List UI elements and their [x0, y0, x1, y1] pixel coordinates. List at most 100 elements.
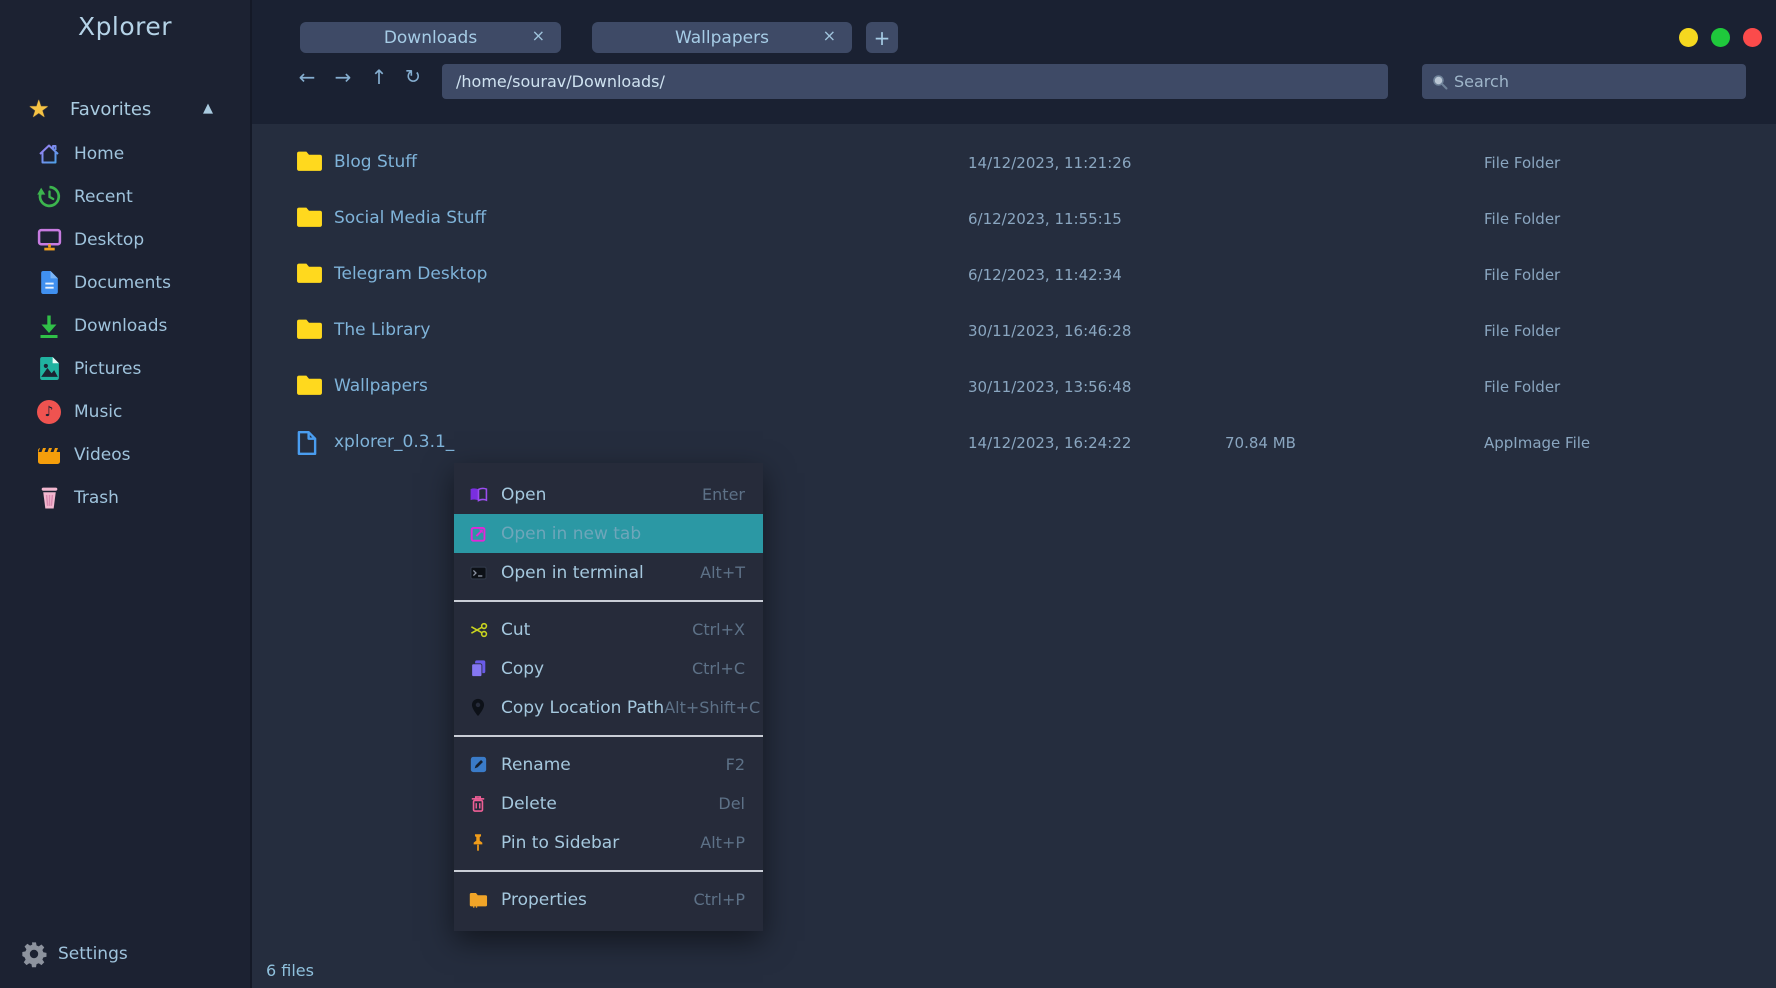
- file-name: Blog Stuff: [334, 152, 417, 172]
- recent-icon: [36, 184, 62, 210]
- rename-icon: [468, 755, 488, 775]
- gear-icon: [20, 940, 48, 968]
- close-button[interactable]: [1743, 28, 1762, 47]
- file-row-xplorer-appimage[interactable]: xplorer_0.3.1_ 14/12/2023, 16:24:22 70.8…: [252, 425, 1776, 461]
- file-name: xplorer_0.3.1_: [334, 432, 454, 452]
- menu-item-delete[interactable]: Delete Del: [454, 784, 763, 823]
- tab-wallpapers[interactable]: Wallpapers ×: [592, 22, 852, 53]
- sidebar-item-recent[interactable]: Recent: [0, 175, 250, 218]
- context-menu: Open Enter Open in new tab Open in termi…: [454, 463, 763, 931]
- menu-item-properties[interactable]: Properties Ctrl+P: [454, 880, 763, 919]
- downloads-icon: [36, 313, 62, 339]
- menu-item-copy[interactable]: Copy Ctrl+C: [454, 649, 763, 688]
- menu-item-copy-location-path[interactable]: Copy Location Path Alt+Shift+C: [454, 688, 763, 727]
- file-name: Telegram Desktop: [334, 264, 487, 284]
- file-size: 70.84 MB: [1225, 434, 1296, 452]
- file-name: Social Media Stuff: [334, 208, 486, 228]
- file-row-the-library[interactable]: The Library 30/11/2023, 16:46:28 File Fo…: [252, 313, 1776, 349]
- refresh-icon[interactable]: ↻: [398, 60, 428, 94]
- menu-item-cut[interactable]: Cut Ctrl+X: [454, 610, 763, 649]
- path-input[interactable]: [442, 64, 1388, 99]
- file-row-social-media-stuff[interactable]: Social Media Stuff 6/12/2023, 11:55:15 F…: [252, 201, 1776, 237]
- sidebar: Xplorer ★ Favorites ▲ Home Recent Deskto…: [0, 0, 250, 988]
- menu-item-shortcut: Del: [718, 794, 745, 813]
- file-type: File Folder: [1484, 154, 1560, 172]
- file-icon: [296, 430, 323, 456]
- sidebar-item-trash[interactable]: Trash: [0, 476, 250, 519]
- sidebar-item-pictures[interactable]: Pictures: [0, 347, 250, 390]
- sidebar-item-videos[interactable]: Videos: [0, 433, 250, 476]
- sidebar-item-label: Videos: [74, 445, 131, 465]
- menu-separator: [454, 870, 763, 872]
- search-input[interactable]: [1448, 72, 1746, 91]
- location-pin-icon: [468, 698, 488, 718]
- favorites-label: Favorites: [70, 99, 151, 120]
- maximize-button[interactable]: [1711, 28, 1730, 47]
- sidebar-item-home[interactable]: Home: [0, 132, 250, 175]
- file-row-telegram-desktop[interactable]: Telegram Desktop 6/12/2023, 11:42:34 Fil…: [252, 257, 1776, 293]
- settings-label: Settings: [58, 944, 128, 964]
- new-tab-button[interactable]: +: [866, 22, 898, 53]
- menu-item-shortcut: Alt+P: [700, 833, 745, 852]
- search-box[interactable]: [1422, 64, 1746, 99]
- folder-icon: [296, 262, 323, 288]
- file-date: 14/12/2023, 11:21:26: [968, 154, 1131, 172]
- sidebar-item-downloads[interactable]: Downloads: [0, 304, 250, 347]
- favorites-header[interactable]: ★ Favorites ▲: [0, 94, 250, 124]
- settings-button[interactable]: Settings: [0, 938, 250, 972]
- menu-item-shortcut: Ctrl+P: [693, 890, 745, 909]
- sidebar-item-label: Trash: [74, 488, 119, 508]
- close-tab-icon[interactable]: ×: [823, 26, 836, 45]
- file-name: The Library: [334, 320, 430, 340]
- open-new-tab-icon: [468, 524, 488, 544]
- music-note-glyph: ♪: [37, 400, 61, 424]
- sidebar-item-label: Pictures: [74, 359, 141, 379]
- file-list: Blog Stuff 14/12/2023, 11:21:26 File Fol…: [252, 124, 1776, 988]
- sidebar-item-label: Desktop: [74, 230, 144, 250]
- main-area: Downloads × Wallpapers × + ← → ↑ ↻ Blog …: [250, 0, 1776, 988]
- sidebar-item-label: Music: [74, 402, 122, 422]
- menu-item-open-in-new-tab[interactable]: Open in new tab: [454, 514, 763, 553]
- menu-item-label: Properties: [501, 890, 587, 910]
- menu-item-shortcut: Ctrl+C: [692, 659, 745, 678]
- menu-item-open-in-terminal[interactable]: Open in terminal Alt+T: [454, 553, 763, 592]
- forward-icon[interactable]: →: [328, 60, 358, 94]
- menu-item-open[interactable]: Open Enter: [454, 475, 763, 514]
- properties-folder-icon: [468, 890, 488, 910]
- tab-label: Downloads: [384, 28, 477, 48]
- sidebar-item-music[interactable]: ♪ Music: [0, 390, 250, 433]
- menu-item-label: Open in new tab: [501, 524, 641, 544]
- back-icon[interactable]: ←: [292, 60, 322, 94]
- file-type: AppImage File: [1484, 434, 1590, 452]
- menu-item-pin-to-sidebar[interactable]: Pin to Sidebar Alt+P: [454, 823, 763, 862]
- open-icon: [468, 485, 488, 505]
- minimize-button[interactable]: [1679, 28, 1698, 47]
- status-file-count: 6 files: [266, 961, 314, 980]
- up-icon[interactable]: ↑: [364, 60, 394, 94]
- menu-item-rename[interactable]: Rename F2: [454, 745, 763, 784]
- cut-icon: [468, 620, 488, 640]
- folder-icon: [296, 374, 323, 400]
- tab-downloads[interactable]: Downloads ×: [300, 22, 561, 53]
- menu-item-label: Pin to Sidebar: [501, 833, 619, 853]
- file-row-blog-stuff[interactable]: Blog Stuff 14/12/2023, 11:21:26 File Fol…: [252, 145, 1776, 181]
- pictures-icon: [36, 356, 62, 382]
- menu-item-label: Open: [501, 485, 546, 505]
- sidebar-item-desktop[interactable]: Desktop: [0, 218, 250, 261]
- file-type: File Folder: [1484, 266, 1560, 284]
- music-icon: ♪: [36, 399, 62, 425]
- file-date: 6/12/2023, 11:55:15: [968, 210, 1122, 228]
- close-tab-icon[interactable]: ×: [532, 26, 545, 45]
- delete-icon: [468, 794, 488, 814]
- window-controls: [1679, 28, 1762, 47]
- file-row-wallpapers[interactable]: Wallpapers 30/11/2023, 13:56:48 File Fol…: [252, 369, 1776, 405]
- menu-separator: [454, 600, 763, 602]
- sidebar-item-label: Downloads: [74, 316, 167, 336]
- star-icon: ★: [28, 95, 50, 123]
- collapse-icon[interactable]: ▲: [203, 101, 213, 116]
- pin-icon: [468, 833, 488, 853]
- copy-icon: [468, 659, 488, 679]
- sidebar-item-documents[interactable]: Documents: [0, 261, 250, 304]
- menu-item-label: Rename: [501, 755, 571, 775]
- file-date: 30/11/2023, 13:56:48: [968, 378, 1131, 396]
